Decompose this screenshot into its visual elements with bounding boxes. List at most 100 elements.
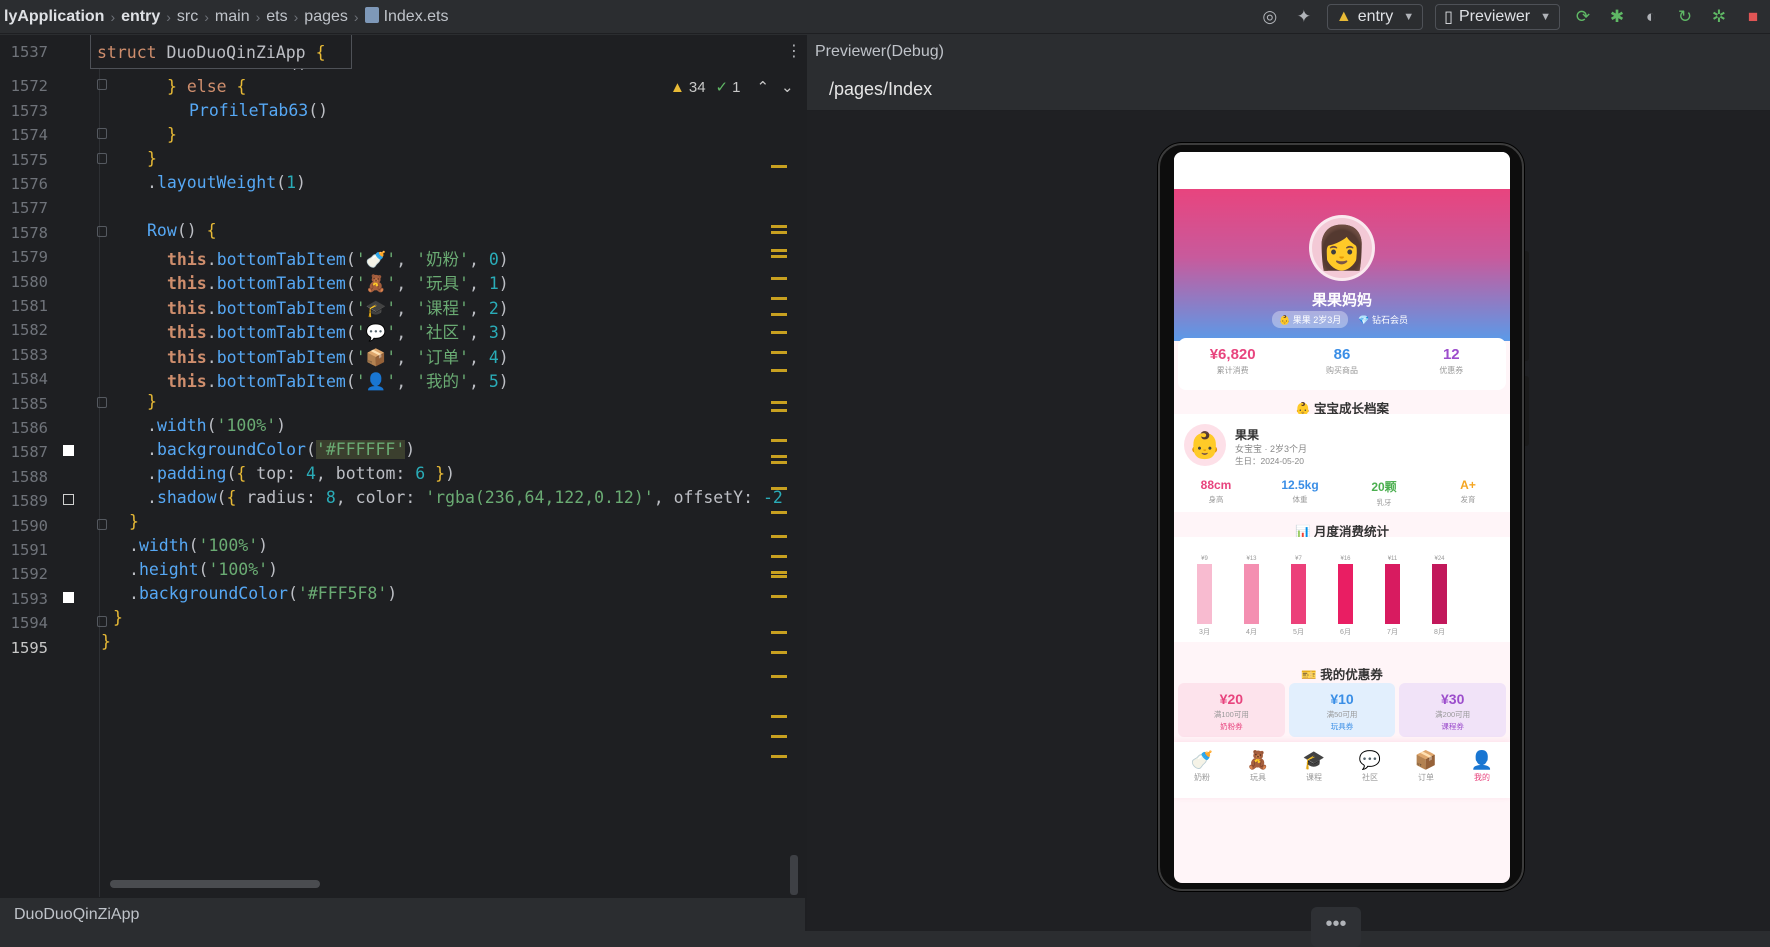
code-line-1578: Row() { bbox=[147, 221, 217, 240]
warning-stripe-mark[interactable] bbox=[771, 595, 787, 598]
baby-description: 女宝宝 · 2岁3个月 bbox=[1235, 444, 1308, 454]
warning-stripe-mark[interactable] bbox=[771, 297, 787, 300]
warning-stripe-mark[interactable] bbox=[771, 455, 787, 458]
bar-category-label: 6月 bbox=[1340, 628, 1351, 636]
warning-stripe-mark[interactable] bbox=[771, 165, 787, 168]
growth-card[interactable]: 👶 果果 女宝宝 · 2岁3个月 生日：2024-05-20 88cm 身高 12.… bbox=[1174, 414, 1510, 512]
bottom-tab-bar: 🍼 奶粉 🧸 玩具 🎓 课程 💬 社区 📦 订单 👤 我的 bbox=[1174, 742, 1510, 798]
bar-5月[interactable] bbox=[1291, 564, 1306, 624]
bug-clean-icon[interactable]: ✦ bbox=[1290, 3, 1318, 31]
bar-8月[interactable] bbox=[1432, 564, 1447, 624]
chevron-up-icon[interactable]: ⌃ bbox=[756, 78, 769, 96]
breadcrumb-file-label: Index.ets bbox=[383, 8, 449, 25]
color-swatch-icon[interactable] bbox=[63, 445, 74, 457]
coupon-card[interactable]: ¥20 满100可用 奶粉券 bbox=[1178, 683, 1285, 737]
coupon-card[interactable]: ¥10 满50可用 玩具券 bbox=[1288, 683, 1396, 737]
code-line-1573: ProfileTab63() bbox=[189, 101, 329, 120]
run-config-select[interactable]: ▲ entry ▼ bbox=[1326, 4, 1424, 30]
vertical-scrollbar[interactable] bbox=[790, 855, 798, 895]
tab-奶粉[interactable]: 🍼 奶粉 bbox=[1174, 742, 1230, 798]
warning-stripe-mark[interactable] bbox=[771, 511, 787, 514]
breadcrumb-file[interactable]: Index.ets bbox=[361, 7, 453, 26]
horizontal-scrollbar[interactable] bbox=[110, 880, 320, 888]
bar-4月[interactable] bbox=[1244, 564, 1259, 624]
reload-icon[interactable]: ↻ bbox=[1671, 3, 1699, 31]
device-screen[interactable]: 👩 果果妈妈 👶 果果 2岁3月 💎 钻石会员 ¥6,820 累计消费 86 购买商品… bbox=[1174, 152, 1510, 883]
bar-category-label: 3月 bbox=[1199, 628, 1210, 636]
child-tag: 👶 果果 2岁3月 bbox=[1272, 311, 1349, 328]
warning-stripe-mark[interactable] bbox=[771, 461, 787, 464]
baby-birthday: 生日：2024-05-20 bbox=[1235, 456, 1304, 466]
tab-课程[interactable]: 🎓 课程 bbox=[1286, 742, 1342, 798]
warning-stripe-mark[interactable] bbox=[771, 351, 787, 354]
inspection-widget[interactable]: ▲ 34 ✓ 1 ⌃ ⌄ bbox=[670, 78, 794, 97]
bar-6月[interactable] bbox=[1338, 564, 1353, 624]
target-icon[interactable]: ◎ bbox=[1256, 3, 1284, 31]
more-options-button[interactable]: ••• bbox=[1311, 907, 1361, 947]
color-swatch-icon[interactable] bbox=[63, 591, 74, 603]
line-number: 1591 bbox=[10, 541, 48, 559]
warning-stripe-mark[interactable] bbox=[771, 439, 787, 442]
stat-item[interactable]: 86 购买商品 bbox=[1287, 338, 1396, 390]
warning-stripe-mark[interactable] bbox=[771, 535, 787, 538]
tab-社区[interactable]: 💬 社区 bbox=[1342, 742, 1398, 798]
warning-stripe-mark[interactable] bbox=[771, 571, 787, 574]
profile-icon[interactable]: ◐ bbox=[1637, 3, 1665, 31]
run-icon[interactable]: ⟳ bbox=[1569, 3, 1597, 31]
attach-debugger-icon[interactable]: ✲ bbox=[1705, 3, 1733, 31]
tab-label: 玩具 bbox=[1250, 773, 1266, 782]
code-line-tab-item: this.bottomTabItem('🍼', '奶粉', 0) bbox=[167, 250, 509, 269]
warning-stripe-mark[interactable] bbox=[771, 369, 787, 372]
bar-7月[interactable] bbox=[1385, 564, 1400, 624]
breadcrumb-pages[interactable]: pages bbox=[300, 8, 352, 26]
warning-stripe-mark[interactable] bbox=[771, 255, 787, 258]
stop-icon[interactable]: ■ bbox=[1739, 3, 1767, 31]
top-toolbar: lyApplication › entry › src › main › ets › pa… bbox=[0, 0, 1770, 34]
breadcrumb-main[interactable]: main bbox=[211, 8, 254, 26]
warning-stripe-mark[interactable] bbox=[771, 555, 787, 558]
more-options-icon[interactable]: ⋮ bbox=[786, 41, 802, 61]
tab-我的[interactable]: 👤 我的 bbox=[1454, 742, 1510, 798]
stat-label: 累计消费 bbox=[1216, 366, 1249, 375]
bar-3月[interactable] bbox=[1197, 564, 1212, 624]
coupon-amount: ¥20 bbox=[1219, 691, 1244, 707]
warning-stripe-mark[interactable] bbox=[771, 715, 787, 718]
avatar[interactable]: 👩 bbox=[1309, 215, 1375, 281]
warning-stripe-mark[interactable] bbox=[771, 331, 787, 334]
ok-count: 1 bbox=[732, 78, 741, 96]
warning-stripe-mark[interactable] bbox=[771, 277, 787, 280]
sticky-scope-header[interactable]: struct DuoDuoQinZiApp { bbox=[90, 35, 352, 69]
warning-stripe-mark[interactable] bbox=[771, 249, 787, 252]
warning-stripe-mark[interactable] bbox=[771, 409, 787, 412]
warning-stripe-mark[interactable] bbox=[771, 487, 787, 490]
device-select[interactable]: ▯ Previewer ▼ bbox=[1435, 4, 1560, 30]
warning-stripe-mark[interactable] bbox=[771, 631, 787, 634]
status-breadcrumb[interactable]: DuoDuoQinZiApp bbox=[14, 906, 139, 923]
code-line-1591: .width('100%') bbox=[129, 536, 269, 555]
warning-stripe-mark[interactable] bbox=[771, 675, 787, 678]
warning-stripe-mark[interactable] bbox=[771, 651, 787, 654]
debug-icon[interactable]: ✱ bbox=[1603, 3, 1631, 31]
code-text[interactable]: OrderTab63() } else { ProfileTab63() } }… bbox=[101, 35, 787, 897]
breadcrumb-separator: › bbox=[166, 8, 171, 25]
warning-stripe-mark[interactable] bbox=[771, 225, 787, 228]
breadcrumb-ets[interactable]: ets bbox=[262, 8, 291, 26]
warning-stripe-mark[interactable] bbox=[771, 735, 787, 738]
warning-stripe-mark[interactable] bbox=[771, 231, 787, 234]
warning-stripe-mark[interactable] bbox=[771, 755, 787, 758]
color-swatch-icon[interactable] bbox=[63, 494, 74, 506]
chevron-down-icon[interactable]: ⌄ bbox=[781, 78, 794, 96]
code-editor[interactable]: 1571157215731574157515761577157815791580… bbox=[0, 35, 805, 897]
stat-item[interactable]: 12 优惠券 bbox=[1397, 338, 1506, 390]
stat-item[interactable]: ¥6,820 累计消费 bbox=[1178, 338, 1287, 390]
breadcrumb-src[interactable]: src bbox=[173, 8, 202, 26]
tab-订单[interactable]: 📦 订单 bbox=[1398, 742, 1454, 798]
warning-stripe-mark[interactable] bbox=[771, 401, 787, 404]
warning-stripe-mark[interactable] bbox=[771, 313, 787, 316]
check-icon: ✓ bbox=[715, 79, 729, 96]
breadcrumb-module[interactable]: entry bbox=[117, 8, 164, 26]
coupon-card[interactable]: ¥30 满200可用 课程券 bbox=[1399, 683, 1507, 737]
warning-stripe-mark[interactable] bbox=[771, 575, 787, 578]
breadcrumb-project[interactable]: lyApplication bbox=[0, 8, 108, 26]
tab-玩具[interactable]: 🧸 玩具 bbox=[1230, 742, 1286, 798]
